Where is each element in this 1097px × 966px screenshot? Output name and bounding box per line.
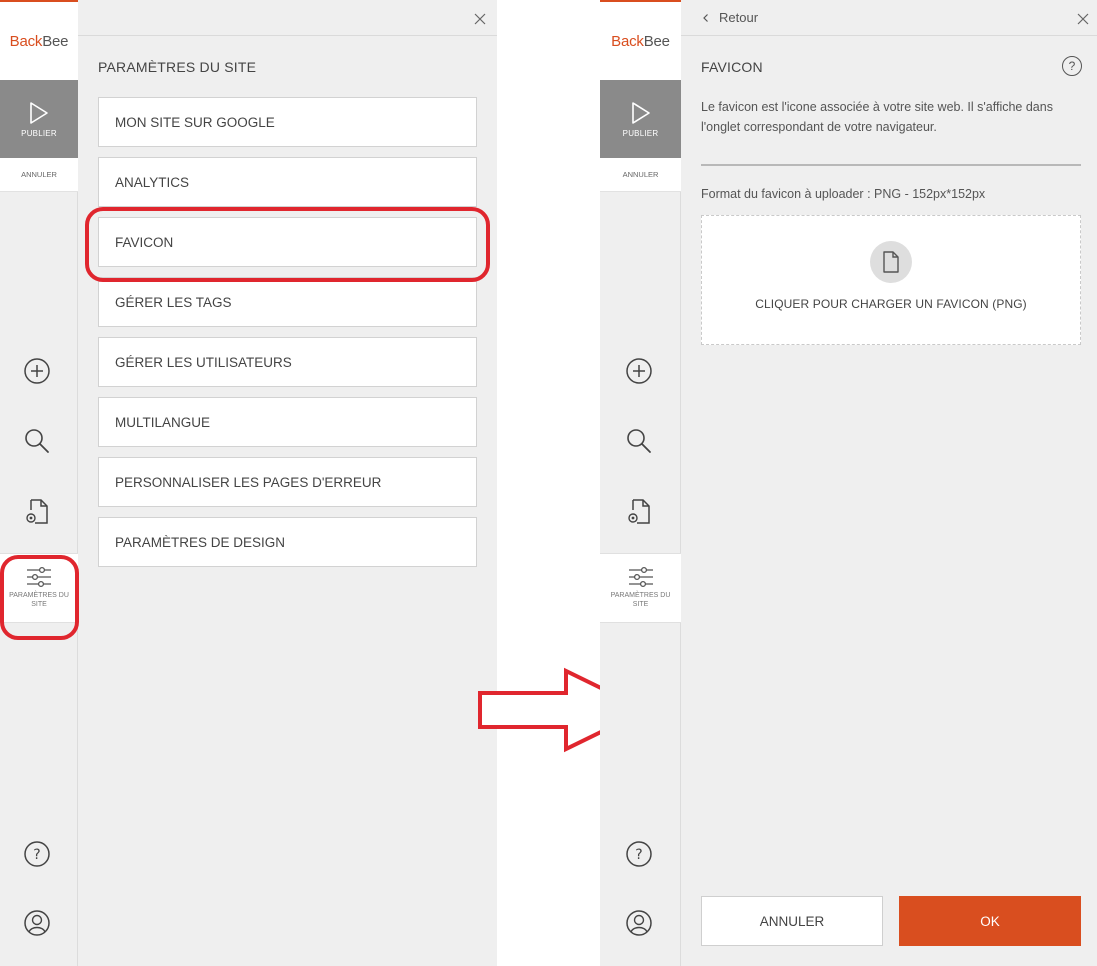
back-link[interactable]: Retour <box>701 10 758 25</box>
cancel-button[interactable]: ANNULER <box>701 896 883 946</box>
page-settings-icon[interactable] <box>19 494 55 530</box>
ok-button[interactable]: OK <box>899 896 1081 946</box>
menu-item-design[interactable]: PARAMÈTRES DE DESIGN <box>98 517 477 567</box>
logo-text-back: Back <box>611 32 644 50</box>
favicon-title: FAVICON <box>701 59 763 75</box>
help-icon[interactable]: ? <box>19 836 55 872</box>
play-icon <box>631 101 650 124</box>
favicon-format-text: Format du favicon à uploader : PNG - 152… <box>701 187 986 201</box>
sliders-icon <box>628 566 653 588</box>
panel-title: PARAMÈTRES DU SITE <box>98 59 257 75</box>
site-settings-label: PARAMÈTRES DU SITE <box>9 592 69 608</box>
play-icon <box>30 101 48 124</box>
close-icon[interactable] <box>1075 11 1091 27</box>
sidebar-right: Back Bee PUBLIER ANNULER PARAMÈTRES DU SI… <box>600 0 681 966</box>
backbee-logo[interactable]: Back Bee <box>600 2 681 80</box>
section-divider <box>701 164 1081 166</box>
add-icon[interactable] <box>19 353 55 389</box>
site-settings-label: PARAMÈTRES DU SITE <box>610 592 671 608</box>
help-icon[interactable]: ? <box>621 836 657 872</box>
menu-item-favicon[interactable]: FAVICON <box>98 217 477 267</box>
sidebar-left: Back Bee PUBLIER ANNULER PARAMÈTRES DU SI… <box>0 0 78 966</box>
site-settings-panel: PARAMÈTRES DU SITE MON SITE SUR GOOGLE A… <box>78 0 497 966</box>
upload-label: CLIQUER POUR CHARGER UN FAVICON (PNG) <box>755 297 1027 311</box>
user-icon[interactable] <box>621 905 657 941</box>
site-settings-nav[interactable]: PARAMÈTRES DU SITE <box>0 553 78 623</box>
publish-label: PUBLIER <box>622 128 659 138</box>
cancel-side-button[interactable]: ANNULER <box>0 158 78 192</box>
logo-text-bee: Bee <box>643 32 670 50</box>
user-icon[interactable] <box>19 905 55 941</box>
file-icon <box>870 241 912 283</box>
help-circle-icon[interactable]: ? <box>1062 56 1082 76</box>
publish-label: PUBLIER <box>21 128 57 138</box>
logo-text-back: Back <box>9 32 43 50</box>
publish-button[interactable]: PUBLIER <box>0 80 78 158</box>
svg-text:?: ? <box>33 847 40 863</box>
search-icon[interactable] <box>621 423 657 459</box>
add-icon[interactable] <box>621 353 657 389</box>
favicon-panel: Retour FAVICON ? Le favicon est l'icone … <box>681 0 1097 966</box>
favicon-description: Le favicon est l'icone associée à votre … <box>701 100 1053 134</box>
panel-divider <box>681 35 1097 36</box>
back-label: Retour <box>719 10 759 25</box>
logo-text-bee: Bee <box>42 32 69 50</box>
backbee-logo[interactable]: Back Bee <box>0 2 78 80</box>
page-settings-icon[interactable] <box>621 494 657 530</box>
cancel-side-button[interactable]: ANNULER <box>600 158 681 192</box>
menu-item-multilang[interactable]: MULTILANGUE <box>98 397 477 447</box>
close-icon[interactable] <box>472 11 488 27</box>
sliders-icon <box>27 566 51 588</box>
search-icon[interactable] <box>19 423 55 459</box>
menu-item-tags[interactable]: GÉRER LES TAGS <box>98 277 477 327</box>
menu-item-analytics[interactable]: ANALYTICS <box>98 157 477 207</box>
panel-divider <box>78 35 497 36</box>
svg-text:?: ? <box>635 847 642 863</box>
menu-item-users[interactable]: GÉRER LES UTILISATEURS <box>98 337 477 387</box>
site-settings-nav[interactable]: PARAMÈTRES DU SITE <box>600 553 681 623</box>
favicon-upload-dropzone[interactable]: CLIQUER POUR CHARGER UN FAVICON (PNG) <box>701 215 1081 345</box>
chevron-left-icon <box>703 13 708 22</box>
publish-button[interactable]: PUBLIER <box>600 80 681 158</box>
menu-item-google[interactable]: MON SITE SUR GOOGLE <box>98 97 477 147</box>
menu-item-error-pages[interactable]: PERSONNALISER LES PAGES D'ERREUR <box>98 457 477 507</box>
